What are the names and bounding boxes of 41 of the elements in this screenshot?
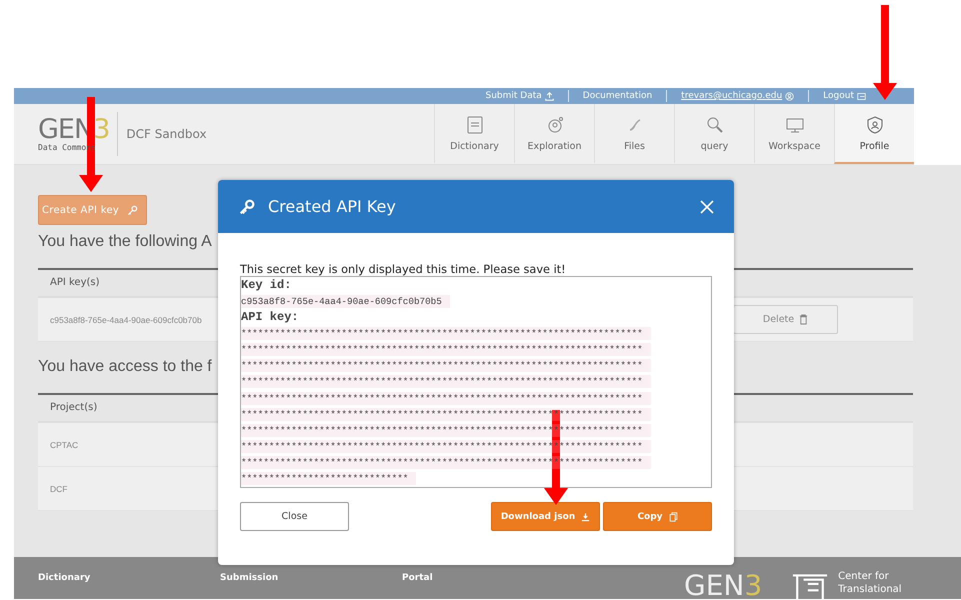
key-id-label: Key id: xyxy=(241,277,292,293)
trash-icon xyxy=(799,314,808,325)
section-heading: You have the following A xyxy=(38,233,212,251)
key-icon xyxy=(238,198,256,216)
nav-tab[interactable]: Dictionary xyxy=(434,104,514,164)
book-icon xyxy=(464,114,484,134)
logout-icon xyxy=(857,92,866,100)
dialog-title: Created API Key xyxy=(268,197,396,216)
delete-button[interactable]: Delete xyxy=(733,305,838,334)
nav-tab[interactable]: Exploration xyxy=(514,104,594,164)
close-button[interactable]: Close xyxy=(240,502,349,531)
gen3-logo: GEN3 xyxy=(684,572,762,599)
header-link[interactable]: Submit Data xyxy=(480,91,560,101)
upload-icon xyxy=(544,92,554,100)
partner-name: Center for Translational xyxy=(838,570,902,596)
create-api-key-button[interactable]: Create API key xyxy=(38,195,148,225)
header-link[interactable]: Logout xyxy=(817,91,872,101)
copy-button[interactable]: Copy xyxy=(603,502,712,531)
site-name: DCF Sandbox xyxy=(126,127,207,141)
nav-tab[interactable]: Profile xyxy=(834,104,914,164)
close-icon[interactable] xyxy=(700,200,714,214)
footer-link[interactable]: Submission xyxy=(220,573,402,583)
footer-link[interactable]: Dictionary xyxy=(38,573,220,583)
key-id-value: c953a8f8-765e-4aa4-90ae-609cfc0b70b5 xyxy=(241,294,450,308)
download-icon xyxy=(581,512,590,522)
user-icon xyxy=(785,92,794,100)
copy-icon xyxy=(668,512,678,522)
magnifier-icon xyxy=(704,114,724,134)
nav-tab[interactable]: query xyxy=(674,104,754,164)
table-cell: DCF xyxy=(50,484,68,494)
table-cell: CPTAC xyxy=(50,440,78,450)
header-link[interactable]: Documentation xyxy=(576,91,658,101)
header-link[interactable]: trevars@uchicago.edu xyxy=(675,91,800,101)
table-cell: c953a8f8-765e-4aa4-90ae-609cfc0b70b xyxy=(50,314,202,324)
shield-icon xyxy=(864,114,884,134)
section-heading: You have access to the f xyxy=(38,358,212,376)
download-button[interactable]: Download json xyxy=(491,502,600,531)
nav-tab[interactable]: Files xyxy=(594,104,674,164)
key-icon xyxy=(127,204,138,216)
api-key-label: API key: xyxy=(241,309,300,326)
footer-link[interactable]: Portal xyxy=(402,573,584,583)
